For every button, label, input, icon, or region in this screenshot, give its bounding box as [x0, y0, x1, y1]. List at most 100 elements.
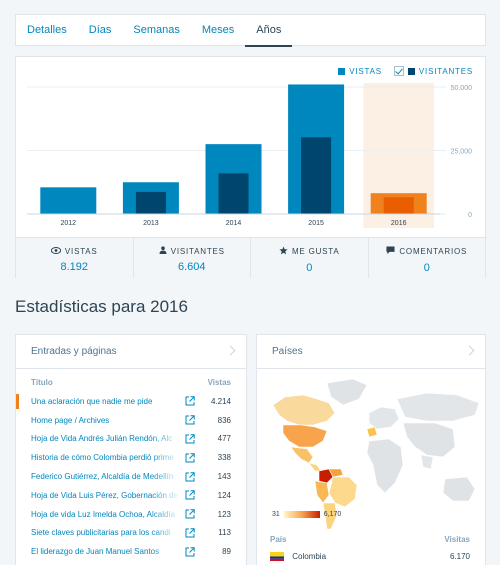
- summary-value-me-gusta: 0: [306, 262, 313, 274]
- table-row[interactable]: Historia de cómo Colombia perdió prime 33…: [16, 448, 246, 467]
- scale-gradient: [283, 511, 320, 518]
- legend-visitantes[interactable]: VISITANTES: [393, 66, 473, 76]
- post-views: 836: [217, 415, 231, 425]
- bar-vistas-2012[interactable]: [40, 187, 97, 214]
- post-views: 113: [218, 528, 231, 538]
- chart-card: 50.000 25.000 0 2012 2013 2014 2015 2016 VISTAS…: [15, 56, 486, 278]
- external-link-icon[interactable]: [185, 547, 195, 557]
- countries-col-views: Visitas: [444, 535, 470, 544]
- external-link-icon[interactable]: [185, 396, 195, 406]
- summary-value-visitantes: 6.604: [177, 261, 206, 273]
- chart-legend: VISTAS VISITANTES: [326, 66, 473, 76]
- posts-panel-header[interactable]: Entradas y páginas: [16, 335, 246, 369]
- summary-label-me-gusta: ME GUSTA: [291, 247, 340, 256]
- tab-anos[interactable]: Años: [245, 15, 293, 47]
- external-link-icon[interactable]: [185, 490, 195, 500]
- table-row[interactable]: Una aclaración que nadie me pide 4.214: [16, 392, 246, 411]
- summary-label-row: COMENTARIOS: [369, 246, 486, 257]
- bar-visitantes-2016[interactable]: [383, 197, 414, 214]
- post-title-link[interactable]: Historia de cómo Colombia perdió prime: [31, 453, 181, 462]
- countries-col-country: País: [270, 535, 287, 544]
- visitantes-checkbox[interactable]: [393, 66, 404, 76]
- star-icon: [279, 246, 288, 257]
- external-link-icon[interactable]: [185, 528, 195, 538]
- country-row[interactable]: Colombia 6.170: [270, 552, 470, 562]
- countries-list-header: País Visitas: [270, 535, 470, 544]
- y-tick-label: 0: [468, 212, 472, 219]
- bar-visitantes-2013[interactable]: [135, 191, 166, 214]
- chevron-right-icon: [464, 345, 475, 356]
- legend-label-vistas: VISTAS: [349, 66, 382, 76]
- colombia-flag-icon: [270, 552, 284, 562]
- summary-tab-vistas[interactable]: VISTAS 8.192: [16, 238, 134, 278]
- tab-dias[interactable]: Días: [78, 15, 123, 46]
- tab-semanas[interactable]: Semanas: [122, 15, 190, 46]
- x-tick-label: 2014: [226, 220, 242, 227]
- x-tick-label: 2015: [308, 220, 324, 227]
- post-title-link[interactable]: Home page / Archives: [31, 416, 181, 425]
- post-title-link[interactable]: Federico Gutiérrez, Alcaldía de Medellín: [31, 472, 181, 481]
- posts-col-views: Vistas: [207, 378, 231, 387]
- external-link-icon[interactable]: [185, 415, 195, 425]
- summary-label-visitantes: VISITANTES: [170, 246, 225, 256]
- y-tick-label: 25.000: [451, 149, 473, 156]
- post-title-link[interactable]: Una aclaración que nadie me pide: [31, 397, 181, 406]
- summary-label-row: ME GUSTA: [251, 246, 368, 257]
- external-link-icon[interactable]: [185, 471, 195, 482]
- comment-icon: [386, 246, 395, 257]
- summary-label-row: VISTAS: [16, 246, 133, 256]
- table-row[interactable]: Siete claves publicitarias para los cand…: [16, 524, 246, 543]
- scale-max: 6,170: [323, 511, 342, 518]
- legend-swatch-vistas: [338, 67, 346, 75]
- table-row[interactable]: Federico Gutiérrez, Alcaldía de Medellín…: [16, 467, 246, 486]
- post-title-link[interactable]: Hoja de Vida Andrés Julián Rendón, Alc: [31, 434, 181, 443]
- external-link-icon[interactable]: [185, 453, 195, 463]
- post-title-link[interactable]: Hoja de vida Luz Imelda Ochoa, Alcaldía: [31, 510, 181, 519]
- section-title: Estadísticas para 2016: [15, 297, 188, 316]
- posts-panel-title: Entradas y páginas: [31, 346, 117, 357]
- summary-label-vistas: VISTAS: [64, 246, 98, 256]
- country-name: Colombia: [292, 552, 327, 561]
- post-views: 477: [217, 434, 231, 444]
- post-title-link[interactable]: Siete claves publicitarias para los cand…: [31, 528, 181, 537]
- legend-vistas: VISTAS: [338, 67, 382, 76]
- summary-value-comentarios: 0: [423, 262, 430, 274]
- y-tick-label: 50.000: [451, 85, 473, 92]
- table-row[interactable]: Hoja de Vida Luis Pérez, Gobernación de 1…: [16, 486, 246, 505]
- post-views: 123: [217, 509, 231, 519]
- post-title-link[interactable]: Hoja de Vida Luis Pérez, Gobernación de: [31, 491, 181, 500]
- summary-tabs: VISTAS 8.192 VISITANTES 6.604 ME GUSTA 0: [16, 237, 485, 278]
- posts-col-title: Título: [31, 378, 53, 387]
- summary-label-comentarios: COMENTARIOS: [399, 247, 468, 256]
- scale-min: 31: [272, 511, 280, 518]
- bar-visitantes-2015[interactable]: [301, 137, 332, 214]
- table-row[interactable]: Hoja de vida Luz Imelda Ochoa, Alcaldía 1…: [16, 505, 246, 524]
- x-tick-label: 2012: [61, 220, 77, 227]
- table-row[interactable]: Hoja de Vida Andrés Julián Rendón, Alc 47…: [16, 430, 246, 449]
- country-cell: Colombia: [270, 552, 327, 562]
- summary-tab-me-gusta[interactable]: ME GUSTA 0: [251, 238, 369, 278]
- summary-tab-comentarios[interactable]: COMENTARIOS 0: [368, 238, 486, 278]
- post-title-link[interactable]: El liderazgo de Juan Manuel Santos: [31, 547, 181, 556]
- bar-visitantes-2014[interactable]: [218, 173, 249, 214]
- eye-icon: [50, 246, 62, 256]
- legend-swatch-visitantes: [407, 67, 415, 75]
- external-link-icon[interactable]: [185, 434, 195, 444]
- table-row[interactable]: El liderazgo de Juan Manuel Santos 89: [16, 542, 246, 561]
- post-views: 89: [222, 547, 231, 557]
- countries-panel-header[interactable]: Países: [257, 335, 485, 369]
- external-link-icon[interactable]: [185, 509, 195, 519]
- country-views: 6.170: [449, 552, 470, 562]
- countries-panel: Países 31 6,170: [256, 334, 486, 565]
- legend-label-visitantes: VISITANTES: [418, 66, 473, 76]
- tab-meses[interactable]: Meses: [191, 15, 245, 46]
- table-row[interactable]: Home page / Archives 836: [16, 411, 246, 430]
- posts-list: Una aclaración que nadie me pide 4.214 Hom…: [16, 392, 246, 561]
- posts-list-header: Título Vistas: [16, 369, 246, 387]
- posts-panel: Entradas y páginas Título Vistas Una acl…: [15, 334, 247, 565]
- summary-label-row: VISITANTES: [134, 246, 251, 256]
- post-views: 4.214: [210, 396, 231, 406]
- map-scale: 31 6,170: [272, 511, 341, 518]
- tab-detalles[interactable]: Detalles: [16, 15, 78, 46]
- summary-tab-visitantes[interactable]: VISITANTES 6.604: [133, 238, 251, 278]
